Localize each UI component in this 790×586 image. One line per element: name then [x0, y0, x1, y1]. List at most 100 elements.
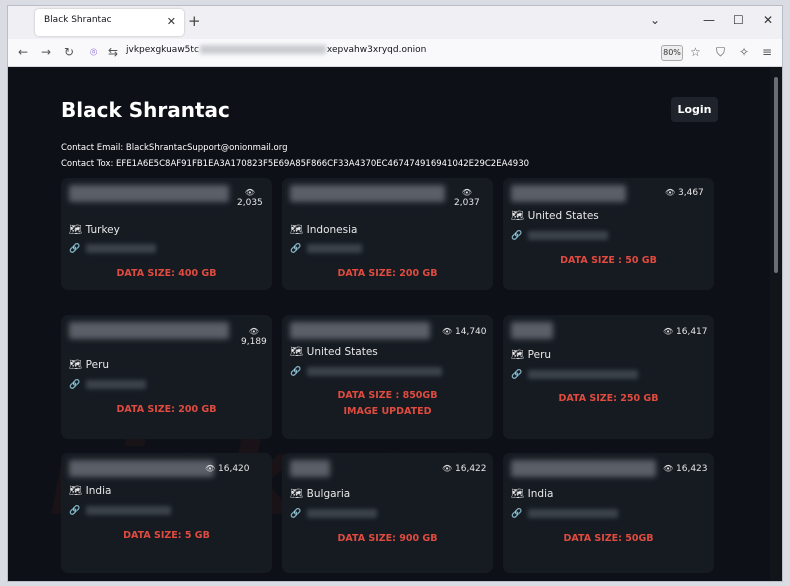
data-size: DATA SIZE : 850GB IMAGE UPDATED [282, 388, 493, 420]
data-size: DATA SIZE: 200 GB [282, 266, 493, 282]
data-size-line: DATA SIZE: 400 GB [116, 268, 217, 279]
victim-link[interactable]: 🔗 [69, 380, 147, 390]
leak-card[interactable]: 👁 16,422 🗺 Bulgaria 🔗 DATA SIZE: 900 GB [282, 453, 493, 573]
leak-card[interactable]: 👁 2,035 🗺 Turkey 🔗 DATA SIZE: 400 GB [61, 178, 272, 290]
minimize-icon[interactable]: — [703, 13, 715, 27]
eye-icon: 👁 [663, 327, 674, 336]
login-button[interactable]: Login [671, 97, 718, 122]
view-count-value: 9,189 [241, 337, 267, 347]
view-count: 👁 14,740 [442, 327, 487, 337]
country-name: United States [306, 346, 378, 358]
map-icon: 🗺 [69, 224, 86, 236]
map-icon: 🗺 [290, 346, 307, 358]
link-redacted [307, 367, 443, 376]
new-tab-icon[interactable]: + [188, 12, 201, 30]
zoom-indicator[interactable]: 80% [661, 45, 683, 61]
victim-name-redacted [511, 460, 656, 477]
url-bar[interactable]: jvkpexgkuaw5tc xepvahw3xryqd.onion [126, 45, 426, 55]
link-icon: 🔗 [69, 244, 81, 254]
url-redacted [199, 45, 326, 54]
tab-list-icon[interactable]: ⌄ [650, 13, 660, 27]
extensions-icon[interactable]: ✧ [739, 45, 749, 59]
country-name: India [85, 485, 112, 497]
leak-card[interactable]: 👁 9,189 🗺 Peru 🔗 DATA SIZE: 200 GB [61, 315, 272, 439]
leak-card[interactable]: 👁 16,417 🗺 Peru 🔗 DATA SIZE: 250 GB [503, 315, 714, 439]
maximize-icon[interactable]: ☐ [733, 13, 744, 27]
victim-link[interactable]: 🔗 [69, 506, 172, 516]
shield-icon[interactable]: ⛉ [716, 45, 725, 60]
victim-link[interactable]: 🔗 [290, 244, 363, 254]
link-redacted [307, 509, 378, 518]
close-window-icon[interactable]: ✕ [763, 13, 773, 27]
link-redacted [86, 244, 157, 253]
tab-black-shrantac[interactable]: Black Shrantac ✕ [35, 9, 184, 36]
tab-bar: Black Shrantac ✕ + ⌄ — ☐ ✕ [8, 6, 782, 39]
view-count: 👁 9,189 [241, 327, 267, 347]
browser-window: Black Shrantac ✕ + ⌄ — ☐ ✕ ← → ↻ ⌾ ⇆ jvk… [7, 5, 783, 582]
victim-link[interactable]: 🔗 [290, 367, 443, 377]
link-icon: 🔗 [69, 380, 81, 390]
victim-link[interactable]: 🔗 [511, 509, 619, 519]
eye-icon: 👁 [442, 464, 453, 473]
link-icon: 🔗 [290, 244, 302, 254]
site-info-icon[interactable]: ⇆ [108, 45, 118, 59]
page-content: risk.com Black Shrantac Login Contact Em… [8, 67, 782, 581]
data-size: DATA SIZE: 400 GB [61, 266, 272, 282]
bookmark-star-icon[interactable]: ☆ [690, 45, 701, 59]
victim-name-redacted [69, 185, 229, 202]
victim-link[interactable]: 🔗 [511, 231, 609, 241]
victim-name-redacted [69, 460, 214, 477]
forward-icon[interactable]: → [41, 45, 51, 59]
leak-card[interactable]: 👁 16,420 🗺 India 🔗 DATA SIZE: 5 GB [61, 453, 272, 573]
map-icon: 🗺 [69, 359, 86, 371]
leak-card[interactable]: 👁 16,423 🗺 India 🔗 DATA SIZE: 50GB [503, 453, 714, 573]
eye-icon: 👁 [244, 188, 255, 197]
map-icon: 🗺 [511, 349, 528, 361]
nav-bar: ← → ↻ ⌾ ⇆ jvkpexgkuaw5tc xepvahw3xryqd.on… [8, 39, 782, 67]
country-label: 🗺 Turkey [69, 223, 120, 236]
victim-name-redacted [511, 322, 553, 339]
country-label: 🗺 Indonesia [290, 223, 357, 236]
scrollbar-thumb[interactable] [774, 77, 778, 273]
view-count: 👁 16,417 [663, 327, 708, 337]
view-count-value: 16,420 [215, 464, 250, 474]
eye-icon: 👁 [665, 188, 676, 197]
data-size-line: DATA SIZE: 200 GB [116, 404, 217, 415]
page-title: Black Shrantac [61, 98, 230, 122]
country-label: 🗺 India [69, 484, 111, 497]
leak-card[interactable]: 👁 3,467 🗺 United States 🔗 DATA SIZE : 50 GB [503, 178, 714, 290]
victim-name-redacted [69, 322, 229, 339]
victim-link[interactable]: 🔗 [69, 244, 157, 254]
eye-icon: 👁 [442, 327, 453, 336]
view-count: 👁 16,422 [442, 464, 487, 474]
scrollbar[interactable] [770, 67, 782, 581]
close-tab-icon[interactable]: ✕ [167, 15, 176, 28]
back-icon[interactable]: ← [18, 45, 28, 59]
victim-link[interactable]: 🔗 [290, 509, 378, 519]
data-size-line: DATA SIZE: 200 GB [337, 268, 438, 279]
country-label: 🗺 United States [290, 345, 378, 358]
link-icon: 🔗 [511, 509, 523, 519]
leak-card[interactable]: 👁 14,740 🗺 United States 🔗 DATA SIZE : 850G… [282, 315, 493, 439]
data-size-line: DATA SIZE: 5 GB [123, 530, 210, 541]
map-icon: 🗺 [290, 488, 307, 500]
link-redacted [528, 231, 609, 240]
view-count-value: 16,417 [673, 327, 708, 337]
victim-name-redacted [290, 185, 445, 202]
reload-icon[interactable]: ↻ [64, 45, 74, 59]
country-name: United States [527, 210, 599, 222]
link-icon: 🔗 [69, 506, 81, 516]
victim-name-redacted [290, 460, 330, 477]
leak-card[interactable]: 👁 2,037 🗺 Indonesia 🔗 DATA SIZE: 200 GB [282, 178, 493, 290]
victim-link[interactable]: 🔗 [511, 370, 639, 380]
data-size-line: DATA SIZE: 50GB [563, 533, 654, 544]
link-redacted [86, 380, 147, 389]
data-size-line: DATA SIZE : 850GB [337, 390, 438, 401]
onion-icon[interactable]: ⌾ [90, 45, 97, 60]
menu-icon[interactable]: ≡ [762, 45, 772, 59]
view-count: 👁 16,420 [205, 464, 250, 474]
country-label: 🗺 Bulgaria [290, 487, 350, 500]
map-icon: 🗺 [290, 224, 307, 236]
country-name: Peru [527, 349, 552, 361]
link-icon: 🔗 [290, 367, 302, 377]
